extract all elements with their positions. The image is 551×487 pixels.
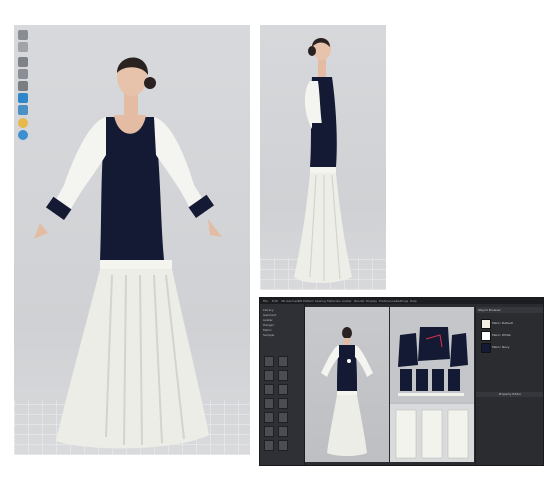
menu-display[interactable]: Display	[366, 298, 377, 304]
skirt-pattern-pieces	[395, 409, 469, 459]
library-panel: Library Garment Avatar Hanger Fabric Sam…	[260, 304, 305, 465]
app-2d-pattern-window[interactable]	[390, 307, 474, 462]
garment-thumbnail[interactable]	[264, 412, 274, 423]
garment-thumbnail[interactable]	[278, 370, 288, 381]
garment-thumbnail[interactable]	[264, 370, 274, 381]
object-browser-panel: Object Browser Fabric Default Fabric Whi…	[475, 307, 543, 465]
library-item[interactable]: Garment	[263, 313, 276, 317]
garment-thumbnail[interactable]	[264, 398, 274, 409]
fabric-swatch	[481, 331, 491, 341]
app-avatar	[321, 327, 373, 456]
fabric-label: Fabric White	[492, 333, 511, 337]
fabric-list-item[interactable]: Fabric Default	[481, 319, 541, 329]
library-item[interactable]: Sample	[263, 333, 274, 337]
skirt-pattern-area[interactable]	[390, 404, 474, 462]
garment-thumbnail[interactable]	[278, 384, 288, 395]
menu-help[interactable]: Help	[410, 298, 417, 304]
fabric-list-item[interactable]: Fabric White	[481, 331, 541, 341]
front-3d-view[interactable]	[14, 25, 250, 455]
garment-thumbnail[interactable]	[278, 356, 288, 367]
garment-thumbnail[interactable]	[278, 398, 288, 409]
library-item[interactable]: Library	[263, 308, 274, 312]
fabric-swatch	[481, 319, 491, 329]
menu-render[interactable]: Render	[354, 298, 365, 304]
garment-thumbnail[interactable]	[278, 440, 288, 451]
fabric-swatch	[481, 343, 491, 353]
menu-materials[interactable]: Materials	[327, 298, 341, 304]
garment-thumbnail[interactable]	[278, 412, 288, 423]
side-3d-view[interactable]	[260, 25, 386, 290]
property-editor-title: Property Editor	[476, 392, 543, 397]
garment-thumbnail[interactable]	[278, 426, 288, 437]
library-item[interactable]: Avatar	[263, 318, 273, 322]
avatar-side	[294, 38, 352, 283]
pattern-canvas[interactable]	[390, 307, 474, 402]
clo3d-app-window: File Edit 3D Garment 2D Pattern Sewing M…	[259, 297, 544, 466]
garment-thumbnail[interactable]	[264, 356, 274, 367]
menu-sewing[interactable]: Sewing	[315, 298, 326, 304]
garment-thumbnail[interactable]	[264, 440, 274, 451]
pattern-pieces	[398, 327, 468, 396]
fabric-label: Fabric Navy	[492, 345, 510, 349]
menu-settings[interactable]: Settings	[396, 298, 408, 304]
menu-preferences[interactable]: Preferences	[379, 298, 397, 304]
garment-thumbnail[interactable]	[264, 426, 274, 437]
garment-thumbnail[interactable]	[264, 384, 274, 395]
app-3d-viewport[interactable]	[305, 307, 389, 462]
library-item[interactable]: Hanger	[263, 323, 274, 327]
menu-avatar[interactable]: Avatar	[342, 298, 352, 304]
library-item[interactable]: Fabric	[263, 328, 272, 332]
fabric-label: Fabric Default	[492, 321, 513, 325]
fabric-list-item[interactable]: Fabric Navy	[481, 343, 541, 353]
avatar-front	[34, 57, 222, 449]
object-browser-title: Object Browser	[476, 307, 543, 313]
